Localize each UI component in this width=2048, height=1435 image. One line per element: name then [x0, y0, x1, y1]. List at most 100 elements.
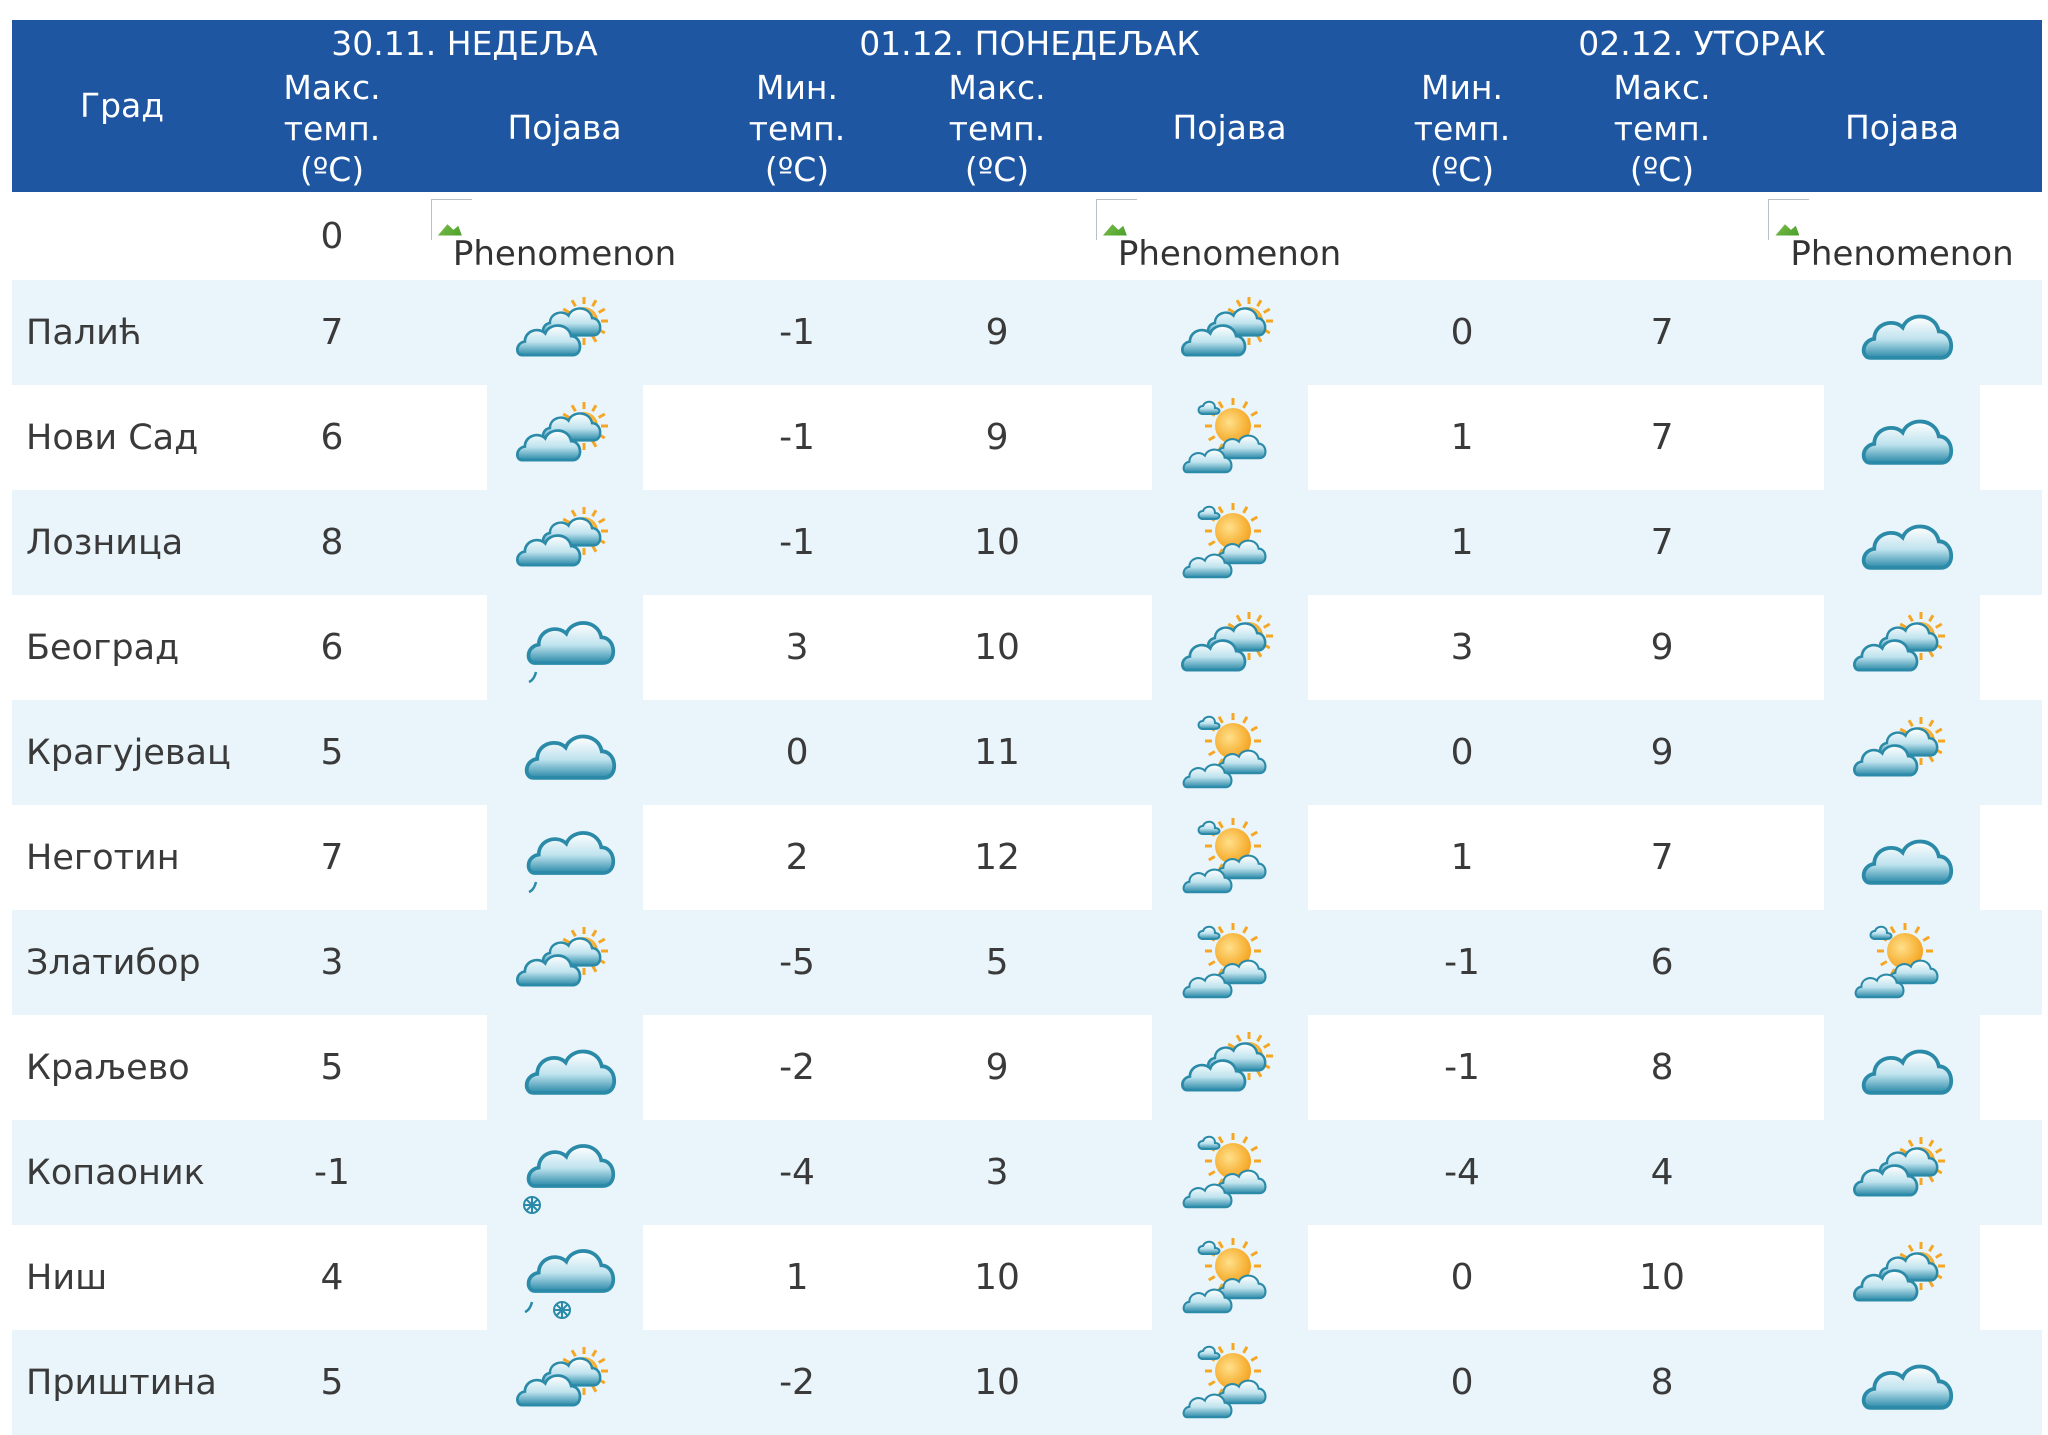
- min-temp-cell: 3: [1362, 595, 1563, 700]
- min-temp-cell: 0: [697, 700, 898, 805]
- max-temp-cell: 7: [1562, 490, 1763, 595]
- min-temp-cell: 0: [1362, 1330, 1563, 1435]
- partly-cloudy-icon: [1853, 611, 1946, 672]
- cloudy-icon: [524, 734, 616, 780]
- max-temp-cell: 9: [1562, 700, 1763, 805]
- max-temp-cell: 5: [232, 1015, 432, 1120]
- phenomenon-cell: [1097, 1120, 1363, 1225]
- min-temp-cell: 0: [1362, 1225, 1563, 1330]
- phenomenon-cell: [1097, 1225, 1363, 1330]
- placeholder-row: 0 Phenomenon Phenomenon Phenomenon: [12, 192, 2043, 280]
- min-temp-cell: -1: [1362, 1015, 1563, 1120]
- phenomenon-cell: [1762, 1015, 2043, 1120]
- partly-cloudy-icon: [515, 926, 608, 987]
- cloudy-icon: [1861, 839, 1954, 885]
- max-temp-cell: 10: [897, 1225, 1098, 1330]
- max-temp-cell: 9: [1562, 595, 1763, 700]
- min-temp-cell: -1: [697, 385, 898, 490]
- cloud-drizzle-icon: [526, 830, 615, 893]
- phenomenon-cell: [1097, 1330, 1363, 1435]
- max-temp-cell: 10: [1562, 1225, 1763, 1330]
- min-temp-cell: -5: [697, 910, 898, 1015]
- mostly-sunny-icon: [1182, 1132, 1266, 1208]
- min-temp-header: Мин. темп. (ºC): [1362, 64, 1563, 192]
- min-temp-cell: -1: [697, 490, 898, 595]
- max-temp-cell: 9: [897, 280, 1098, 385]
- phenomenon-cell: [432, 1225, 698, 1330]
- phenomenon-cell: [432, 280, 698, 385]
- phenomenon-header: Појава: [1762, 64, 2043, 192]
- phenomenon-cell: [432, 1120, 698, 1225]
- phenomenon-cell: [432, 595, 698, 700]
- mostly-sunny-icon: [1182, 1342, 1266, 1418]
- phenomenon-cell: [1097, 1015, 1363, 1120]
- partly-cloudy-icon: [1180, 611, 1273, 672]
- city-column-header: Град: [12, 20, 232, 192]
- table-row: Копаоник -1 -4 3 -4 4: [12, 1120, 2043, 1225]
- city-cell: [12, 192, 232, 280]
- phenomenon-cell: [1097, 385, 1363, 490]
- max-temp-cell: 10: [897, 490, 1098, 595]
- min-temp-cell: 0: [1362, 280, 1563, 385]
- min-temp-cell: 2: [697, 805, 898, 910]
- partly-cloudy-icon: [1180, 296, 1273, 357]
- table-row: Нови Сад 6 -1 9 1 7: [12, 385, 2043, 490]
- day-header-1: 30.11. НЕДЕЉА: [232, 20, 698, 64]
- partly-cloudy-icon: [515, 401, 608, 462]
- mostly-sunny-icon: [1182, 1237, 1266, 1313]
- day-header-2: 01.12. ПОНЕДЕЉАК: [697, 20, 1363, 64]
- phenomenon-cell: [1097, 280, 1363, 385]
- max-temp-cell: 7: [232, 280, 432, 385]
- min-temp-cell: 3: [697, 595, 898, 700]
- broken-image-icon: [1095, 198, 1137, 240]
- city-cell: Златибор: [12, 910, 232, 1015]
- cloudy-icon: [1861, 1364, 1954, 1410]
- max-temp-cell: 11: [897, 700, 1098, 805]
- min-temp-header: Мин. темп. (ºC): [697, 64, 898, 192]
- max-temp-cell: 5: [897, 910, 1098, 1015]
- table-row: Крагујевац 5 0 11 0 9: [12, 700, 2043, 805]
- max-temp-cell: 8: [1562, 1015, 1763, 1120]
- phenomenon-cell: [1762, 700, 2043, 805]
- max-temp-cell: 6: [232, 385, 432, 490]
- table-row: Приштина 5 -2 10 0 8: [12, 1330, 2043, 1435]
- max-temp-cell: 9: [897, 1015, 1098, 1120]
- max-temp-cell: 3: [897, 1120, 1098, 1225]
- phenomenon-cell: [432, 1015, 698, 1120]
- table-row: Београд 6 3 10 3 9: [12, 595, 2043, 700]
- city-cell: Нови Сад: [12, 385, 232, 490]
- table-row: Ниш 4 1 10 0 10: [12, 1225, 2043, 1330]
- phenomenon-cell: [1762, 910, 2043, 1015]
- city-cell: Краљево: [12, 1015, 232, 1120]
- mostly-sunny-icon: [1182, 817, 1266, 893]
- phenomenon-cell: [432, 490, 698, 595]
- city-cell: Приштина: [12, 1330, 232, 1435]
- min-temp-cell: -1: [697, 280, 898, 385]
- max-temp-cell: 10: [897, 1330, 1098, 1435]
- mostly-sunny-icon: [1182, 502, 1266, 578]
- city-cell: Ниш: [12, 1225, 232, 1330]
- broken-image-cell: Phenomenon: [1762, 192, 2043, 280]
- city-cell: Палић: [12, 280, 232, 385]
- max-temp-cell: 7: [1562, 805, 1763, 910]
- phenomenon-cell: [1762, 490, 2043, 595]
- day-header-3: 02.12. УТОРАК: [1362, 20, 2043, 64]
- partly-cloudy-icon: [515, 506, 608, 567]
- cloudy-icon: [1861, 419, 1954, 465]
- broken-image-cell: Phenomenon: [1095, 192, 1363, 280]
- max-temp-cell: 9: [897, 385, 1098, 490]
- phenomenon-cell: [1097, 910, 1363, 1015]
- table-row: Лозница 8 -1 10 1 7: [12, 490, 2043, 595]
- phenomenon-cell: [1762, 1225, 2043, 1330]
- min-temp-cell: 0: [1362, 700, 1563, 805]
- max-temp-cell: 3: [232, 910, 432, 1015]
- max-temp-cell: 12: [897, 805, 1098, 910]
- cloudy-icon: [1861, 1049, 1954, 1095]
- max-temp-cell: 6: [1562, 910, 1763, 1015]
- max-temp-header: Макс. темп. (ºC): [232, 64, 432, 192]
- mostly-sunny-icon: [1182, 397, 1266, 473]
- min-temp-cell: 1: [1362, 385, 1563, 490]
- forecast-table: Град 30.11. НЕДЕЉА 01.12. ПОНЕДЕЉАК 02.1…: [12, 20, 2043, 1435]
- phenomenon-cell: [1097, 595, 1363, 700]
- max-temp-cell: 0: [232, 192, 432, 280]
